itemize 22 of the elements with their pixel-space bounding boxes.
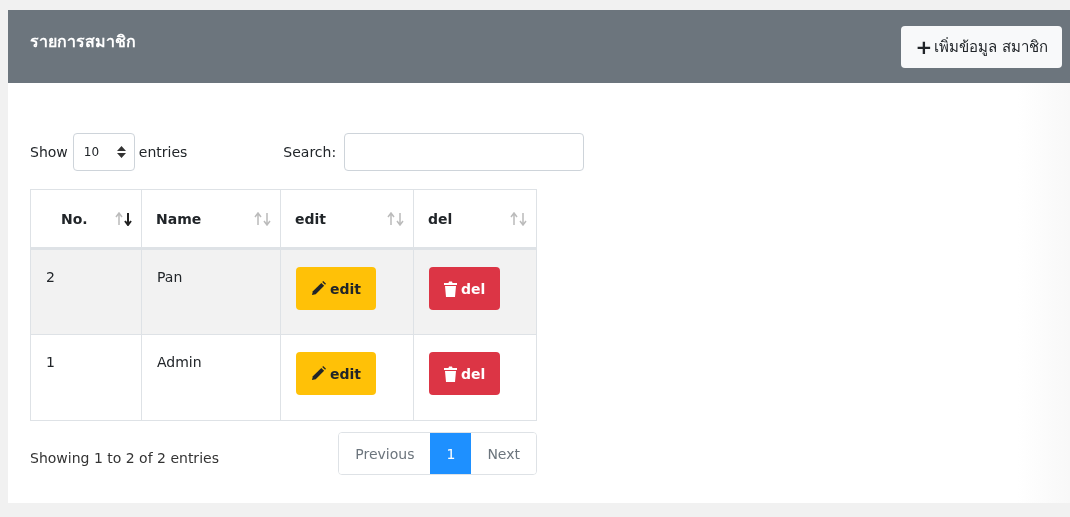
plus-icon: + [915, 35, 933, 59]
entries-select[interactable]: 10 [72, 133, 135, 171]
show-label: Show [30, 144, 68, 160]
sort-caret-icon [116, 146, 126, 158]
add-member-button[interactable]: +เพิ่มข้อมูล สมาชิก [901, 26, 1062, 68]
edit-button[interactable]: edit [296, 267, 376, 310]
search-field[interactable] [344, 133, 585, 171]
entries-info: Showing 1 to 2 of 2 entries [30, 449, 219, 466]
edit-button[interactable]: edit [296, 352, 376, 395]
table-cell: 2 [30, 248, 142, 335]
table-cell: Pan [141, 248, 281, 335]
delete-button[interactable]: del [429, 267, 501, 310]
search-label: Search: [283, 144, 337, 160]
delete-button[interactable]: del [429, 352, 501, 395]
entries-label: entries [138, 144, 188, 160]
trash-icon [444, 365, 457, 382]
trash-icon [444, 280, 457, 297]
table-cell: Admin [141, 334, 281, 421]
table-cell: 1 [30, 334, 142, 421]
pencil-icon [311, 366, 326, 381]
card-title: รายการสมาชิก [30, 31, 136, 53]
pencil-icon [311, 281, 326, 296]
